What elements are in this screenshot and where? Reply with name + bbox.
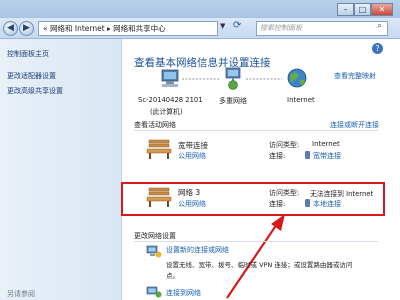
network-2-type[interactable]: 公用网络 <box>178 199 206 209</box>
refresh-icon[interactable]: ⟳ <box>233 20 241 31</box>
close-button[interactable]: ✕ <box>371 3 393 16</box>
network-map <box>161 67 307 90</box>
ethernet-icon <box>305 199 310 207</box>
setup-connection-link[interactable]: 设置新的连接或网络 <box>166 245 229 255</box>
search-input[interactable]: 搜索控制面板 <box>256 21 388 36</box>
internet-label: Internet <box>287 96 315 104</box>
forward-button[interactable]: ▶ <box>19 21 34 36</box>
maximize-button[interactable]: □ <box>354 3 371 16</box>
bench-icon <box>146 187 172 207</box>
back-button[interactable]: ◀ <box>3 21 18 36</box>
setup-connection-icon <box>146 245 162 258</box>
computer-name: Sc-20140428 2101 <box>138 96 203 104</box>
network-1-conn-link[interactable]: 宽带连接 <box>313 151 341 161</box>
computer-sublabel: (此计算机) <box>150 108 183 116</box>
active-networks-header: 查看活动网络 <box>134 121 176 129</box>
bench-icon <box>146 139 172 159</box>
view-full-map-link[interactable]: 查看完整映射 <box>334 71 376 81</box>
arrow-annotation <box>226 214 285 299</box>
help-icon[interactable]: ? <box>372 43 383 54</box>
address-text: « 网络和 Internet ▸ 网络和共享中心 <box>43 24 166 33</box>
connect-network-icon <box>146 286 162 298</box>
address-bar[interactable]: « 网络和 Internet ▸ 网络和共享中心 <box>38 21 218 36</box>
network-1-name: 宽带连接 <box>178 141 208 150</box>
network-2-conn-link[interactable]: 本地连接 <box>313 199 341 209</box>
divider <box>134 130 378 131</box>
sidebar-item-adapter[interactable]: 更改适配器设置 <box>7 71 56 81</box>
sidebar-item-home[interactable]: 控制面板主页 <box>7 49 49 59</box>
connect-disconnect-link[interactable]: 连接或断开连接 <box>330 120 379 130</box>
network-2-access-value: 无法连接到 Internet <box>310 190 374 198</box>
computer-icon <box>161 69 179 87</box>
setup-description-1: 设置无线、宽带、拨号、临时或 VPN 连接；或设置路由器或访问 <box>166 261 353 269</box>
minimize-button[interactable]: – <box>337 3 354 16</box>
sidebar-item-sharing[interactable]: 更改高级共享设置 <box>7 86 63 96</box>
search-placeholder: 搜索控制面板 <box>260 24 302 32</box>
network-1-access-value: Internet <box>312 140 340 148</box>
multi-network-label: 多重网络 <box>219 97 247 105</box>
network-1-conn-label: 连接: <box>269 152 286 160</box>
network-2-name: 网络 3 <box>178 188 201 197</box>
network-1-access-label: 访问类型: <box>269 141 300 149</box>
change-settings-header: 更改网络设置 <box>134 232 176 240</box>
connect-network-link[interactable]: 连接到网络 <box>166 288 201 298</box>
setup-description-2: 点。 <box>166 272 179 280</box>
address-dropdown-icon[interactable]: ▼ <box>220 22 225 30</box>
see-also-label: 另请参阅 <box>7 290 35 298</box>
network-1-type[interactable]: 公用网络 <box>178 151 206 161</box>
network-2-access-label: 访问类型: <box>269 189 300 197</box>
search-icon[interactable]: ⌕ <box>377 21 382 31</box>
network-icon <box>225 67 241 90</box>
broadband-icon <box>305 151 310 159</box>
network-2-conn-label: 连接: <box>269 200 286 208</box>
divider <box>134 241 378 242</box>
globe-icon <box>287 68 307 88</box>
